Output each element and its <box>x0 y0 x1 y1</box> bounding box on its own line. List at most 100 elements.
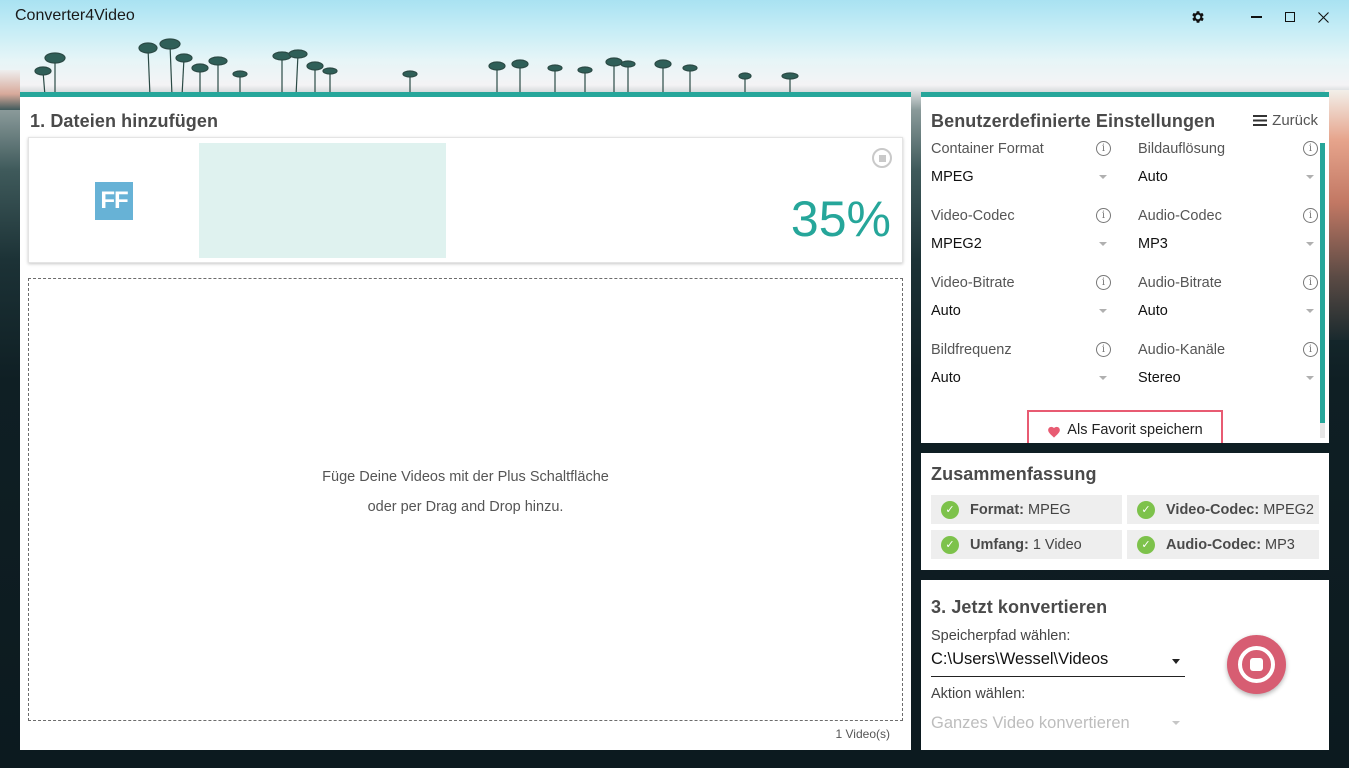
info-icon[interactable]: i <box>1303 342 1318 357</box>
summary-value: MP3 <box>1265 536 1295 553</box>
check-circle-icon: ✓ <box>1137 500 1155 519</box>
setting-container-format: Container Format i MPEG <box>931 141 1111 201</box>
dropdown-caret-icon <box>1099 309 1107 313</box>
save-path-value: C:\Users\Wessel\Videos <box>931 650 1109 668</box>
maximize-icon <box>1285 12 1295 22</box>
save-path-label: Speicherpfad wählen: <box>931 628 1071 644</box>
setting-select[interactable]: Auto <box>931 303 1111 319</box>
setting-select[interactable]: Stereo <box>1138 370 1318 386</box>
setting-label: Audio-Codec <box>1138 208 1222 224</box>
setting-label: Video-Codec <box>931 208 1015 224</box>
setting-audio-channels: Audio-Kanäle i Stereo <box>1138 342 1318 402</box>
setting-video-codec: Video-Codec i MPEG2 <box>931 208 1111 268</box>
app-title: Converter4Video <box>15 7 135 24</box>
add-files-title: 1. Dateien hinzufügen <box>30 111 219 131</box>
info-icon[interactable]: i <box>1096 275 1111 290</box>
summary-title: Zusammenfassung <box>931 464 1097 484</box>
back-button[interactable]: Zurück <box>1253 112 1318 129</box>
stop-file-button[interactable] <box>872 148 892 168</box>
ff-logo-icon: FF <box>95 182 133 220</box>
title-bar: Converter4Video <box>0 0 1349 34</box>
dropdown-caret-icon <box>1306 376 1314 380</box>
summary-key: Format: <box>970 501 1024 518</box>
summary-item-audio-codec: ✓ Audio-Codec: MP3 <box>1127 530 1319 559</box>
setting-select[interactable]: MPEG <box>931 169 1111 185</box>
info-icon[interactable]: i <box>1096 342 1111 357</box>
setting-select[interactable]: Auto <box>1138 169 1318 185</box>
stop-icon <box>1238 646 1275 683</box>
summary-key: Umfang: <box>970 536 1029 553</box>
dropdown-caret-icon <box>1099 242 1107 246</box>
back-label: Zurück <box>1272 112 1318 129</box>
dropdown-caret-icon <box>1172 721 1180 725</box>
maximize-button[interactable] <box>1278 5 1302 29</box>
close-icon <box>1317 11 1329 23</box>
summary-item-video-codec: ✓ Video-Codec: MPEG2 <box>1127 495 1319 524</box>
setting-select[interactable]: MP3 <box>1138 236 1318 252</box>
close-button[interactable] <box>1311 5 1335 29</box>
setting-select[interactable]: Auto <box>1138 303 1318 319</box>
action-label: Aktion wählen: <box>931 686 1026 702</box>
dropdown-caret-icon <box>1306 175 1314 179</box>
summary-value: 1 Video <box>1032 536 1082 553</box>
summary-panel: Zusammenfassung ✓ Format: MPEG ✓ Video-C… <box>921 453 1329 570</box>
setting-label: Bildauflösung <box>1138 141 1226 157</box>
setting-label: Bildfrequenz <box>931 342 1012 358</box>
info-icon[interactable]: i <box>1096 208 1111 223</box>
file-item-card[interactable]: FF 35% <box>28 137 903 263</box>
palm-trees-background <box>34 38 799 96</box>
custom-settings-title: Benutzerdefinierte Einstellungen <box>931 111 1216 131</box>
action-value: Ganzes Video konvertieren <box>931 714 1130 732</box>
settings-button[interactable] <box>1186 5 1210 29</box>
setting-select[interactable]: MPEG2 <box>931 236 1111 252</box>
check-circle-icon: ✓ <box>941 535 959 554</box>
setting-label: Container Format <box>931 141 1044 157</box>
drop-zone[interactable]: Füge Deine Videos mit der Plus Schaltflä… <box>28 278 903 721</box>
info-icon[interactable]: i <box>1096 141 1111 156</box>
info-icon[interactable]: i <box>1303 208 1318 223</box>
gear-icon <box>1192 11 1204 23</box>
convert-panel: 3. Jetzt konvertieren Speicherpfad wähle… <box>921 580 1329 750</box>
dropdown-caret-icon <box>1306 309 1314 313</box>
setting-label: Video-Bitrate <box>931 275 1015 291</box>
drop-hint-line2: oder per Drag and Drop hinzu. <box>367 499 564 515</box>
setting-video-bitrate: Video-Bitrate i Auto <box>931 275 1111 335</box>
setting-label: Audio-Kanäle <box>1138 342 1226 358</box>
video-count: 1 Video(s) <box>835 727 890 741</box>
save-favorite-button[interactable]: Als Favorit speichern <box>1027 410 1223 443</box>
progress-percent: 35% <box>790 191 891 247</box>
dropdown-caret-icon <box>1099 376 1107 380</box>
check-circle-icon: ✓ <box>1137 535 1155 554</box>
heart-icon <box>1048 426 1061 438</box>
dropdown-caret-icon <box>1172 659 1180 664</box>
add-files-panel: 1. Dateien hinzufügen FF 35% Füge Deine … <box>20 92 911 750</box>
summary-value: MPEG2 <box>1263 501 1314 518</box>
drop-hint-line1: Füge Deine Videos mit der Plus Schaltflä… <box>322 469 609 485</box>
palm-cluster <box>34 38 799 96</box>
setting-label: Audio-Bitrate <box>1138 275 1222 291</box>
setting-resolution: Bildauflösung i Auto <box>1138 141 1318 201</box>
dropdown-caret-icon <box>1306 242 1314 246</box>
save-favorite-label: Als Favorit speichern <box>1067 422 1203 438</box>
summary-item-format: ✓ Format: MPEG <box>931 495 1122 524</box>
info-icon[interactable]: i <box>1303 275 1318 290</box>
save-path-select[interactable]: C:\Users\Wessel\Videos <box>931 650 1185 677</box>
action-select[interactable]: Ganzes Video konvertieren <box>931 714 1185 738</box>
convert-title: 3. Jetzt konvertieren <box>931 597 1108 617</box>
setting-audio-bitrate: Audio-Bitrate i Auto <box>1138 275 1318 335</box>
scrollbar-thumb[interactable] <box>1320 143 1325 423</box>
dropdown-caret-icon <box>1099 175 1107 179</box>
info-icon[interactable]: i <box>1303 141 1318 156</box>
stop-conversion-button[interactable] <box>1227 635 1286 694</box>
video-thumbnail <box>199 143 446 258</box>
setting-select[interactable]: Auto <box>931 370 1111 386</box>
check-circle-icon: ✓ <box>941 500 959 519</box>
minimize-icon <box>1250 16 1262 18</box>
summary-key: Video-Codec: <box>1166 501 1260 518</box>
setting-audio-codec: Audio-Codec i MP3 <box>1138 208 1318 268</box>
settings-scrollbar[interactable] <box>1320 143 1325 438</box>
summary-item-scope: ✓ Umfang: 1 Video <box>931 530 1122 559</box>
summary-key: Audio-Codec: <box>1166 536 1262 553</box>
minimize-button[interactable] <box>1244 5 1268 29</box>
summary-value: MPEG <box>1027 501 1071 518</box>
